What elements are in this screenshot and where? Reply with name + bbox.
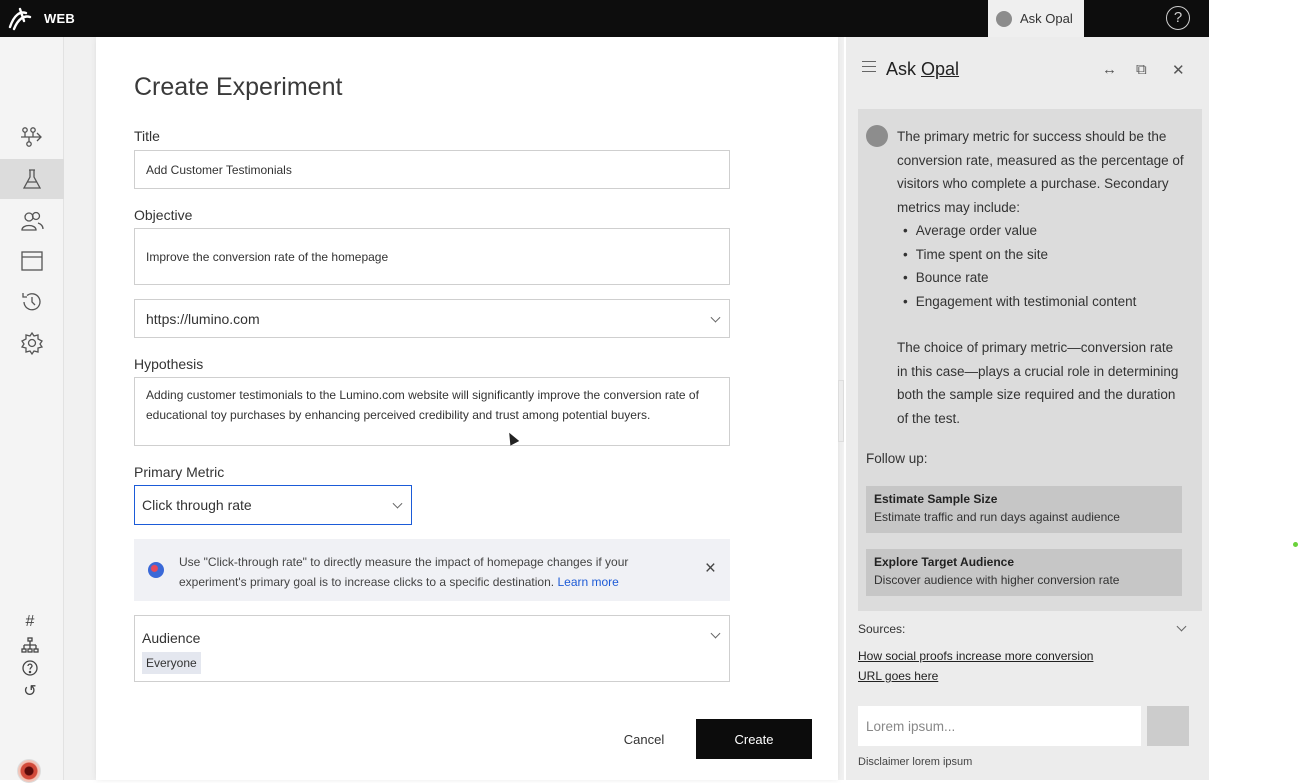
response-outro: The choice of primary metric—conversion … [897,340,1179,426]
list-item: Bounce rate [903,266,1187,290]
hypothesis-text: Adding customer testimonials to the Lumi… [146,388,699,422]
gear-icon [20,331,44,356]
suggestion-title: Explore Target Audience [874,555,1015,569]
opal-sparkle-icon [148,562,164,578]
sidebar-item-settings[interactable] [0,323,64,363]
expand-horizontal-icon[interactable]: ↔ [1102,61,1117,78]
objective-label: Objective [134,207,193,223]
opal-panel-title: Ask Opal [886,59,959,80]
sidebar-item-pages[interactable] [0,241,64,281]
sidebar-item-history[interactable] [0,282,64,322]
objective-input-value: Improve the conversion rate of the homep… [146,249,389,264]
left-sidebar: # ↺ [0,37,64,783]
hierarchy-icon[interactable] [16,635,44,657]
sidebar-item-flows[interactable] [0,117,64,157]
secondary-metrics-list: Average order value Time spent on the si… [903,219,1187,313]
suggestion-estimate-sample-size[interactable]: Estimate Sample Size Estimate traffic an… [866,486,1182,533]
primary-metric-select[interactable]: Click through rate [134,485,412,525]
users-icon [21,211,44,231]
list-item: Time spent on the site [903,243,1187,267]
list-item: Engagement with testimonial content [903,290,1187,314]
opal-response-bubble: The primary metric for success should be… [858,109,1202,611]
user-avatar[interactable] [17,759,41,783]
hypothesis-label: Hypothesis [134,356,204,372]
source-link[interactable]: URL goes here [858,669,938,683]
opal-avatar-icon [866,125,888,147]
title-input[interactable]: Add Customer Testimonials [134,150,730,189]
suggestion-desc: Estimate traffic and run days against au… [874,510,1120,524]
ask-opal-panel: Ask Opal ↔ ⧉ ✕ The primary metric for su… [846,37,1209,780]
opal-title-prefix: Ask [886,59,922,79]
title-label: Title [134,128,160,144]
hypothesis-textarea[interactable]: Adding customer testimonials to the Lumi… [134,377,730,446]
opal-avatar-icon [996,10,1012,27]
chevron-down-icon[interactable] [1176,621,1187,632]
disclaimer-text: Disclaimer lorem ipsum [858,756,973,768]
opal-title-name: Opal [921,59,960,79]
url-select-value: https://lumino.com [146,310,260,327]
undo-icon[interactable]: ↺ [16,680,44,702]
list-item: Average order value [903,219,1187,243]
objective-input[interactable]: Improve the conversion rate of the homep… [134,228,730,285]
audience-chip[interactable]: Everyone [142,652,201,674]
audience-select[interactable]: Audience Everyone [134,615,730,682]
metric-info-banner: Use "Click-through rate" to directly mea… [134,539,730,601]
cancel-button[interactable]: Cancel [616,719,672,759]
hash-icon[interactable]: # [16,611,44,633]
chevron-down-icon [710,312,721,323]
popout-icon[interactable]: ⧉ [1136,61,1147,78]
ask-opal-tab[interactable]: Ask Opal [988,0,1084,37]
create-button[interactable]: Create [696,719,812,759]
help-icon[interactable] [16,657,44,679]
opal-chat-input[interactable] [858,706,1141,746]
status-dot [1293,542,1298,547]
sources-label: Sources: [858,622,906,636]
primary-metric-value: Click through rate [142,497,252,513]
primary-metric-label: Primary Metric [134,464,225,480]
help-circle-icon[interactable]: ? [1166,6,1190,30]
app-logo-icon[interactable] [6,5,34,33]
follow-up-label: Follow up: [866,451,928,466]
send-button[interactable] [1147,706,1189,746]
opal-response-text: The primary metric for success should be… [897,125,1187,430]
close-icon[interactable]: ✕ [1172,61,1185,79]
source-link[interactable]: How social proofs increase more conversi… [858,649,1093,663]
menu-icon[interactable] [862,61,876,73]
suggestion-desc: Discover audience with higher conversion… [874,573,1120,587]
audience-label: Audience [142,630,201,646]
sidebar-item-experiments[interactable] [0,159,64,199]
banner-text: Use "Click-through rate" to directly mea… [179,552,659,592]
window-icon [21,251,43,271]
suggestion-title: Estimate Sample Size [874,492,998,506]
close-icon[interactable]: × [705,559,716,579]
ask-opal-tab-label: Ask Opal [1020,11,1073,26]
response-intro: The primary metric for success should be… [897,129,1184,215]
sidebar-item-audiences[interactable] [0,201,64,241]
page-title: Create Experiment [134,73,343,101]
suggestion-explore-target-audience[interactable]: Explore Target Audience Discover audienc… [866,549,1182,596]
chevron-down-icon [710,628,721,639]
flow-icon [21,127,42,147]
top-bar: WEB Ask Opal ? [0,0,1209,37]
flask-icon [22,169,42,189]
title-input-value: Add Customer Testimonials [146,162,292,177]
url-select[interactable]: https://lumino.com [134,299,730,338]
create-experiment-panel: Create Experiment Title Add Customer Tes… [96,37,838,780]
brand-label: WEB [44,11,75,26]
learn-more-link[interactable]: Learn more [557,575,618,589]
chevron-down-icon [392,498,403,509]
history-icon [22,293,41,311]
panel-resize-handle[interactable] [838,380,844,442]
